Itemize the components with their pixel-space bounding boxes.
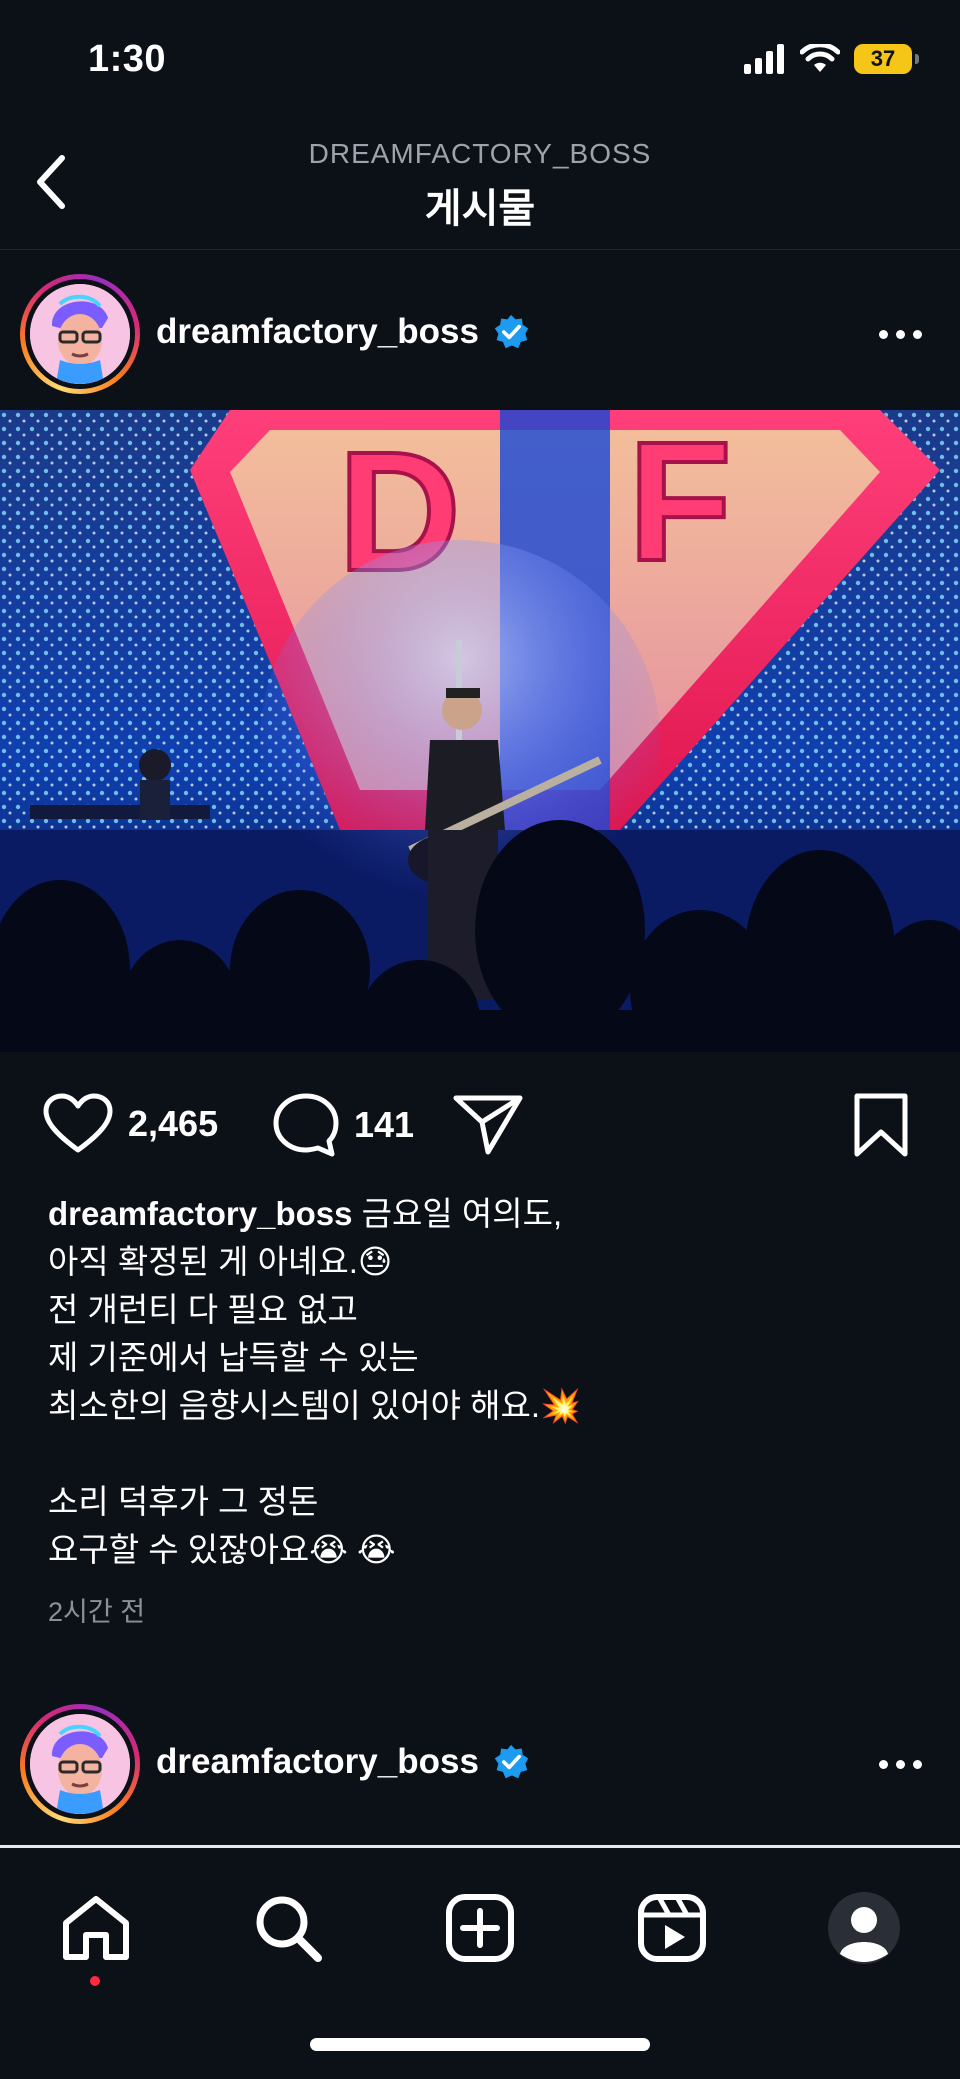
next-post-more-button[interactable] bbox=[870, 1744, 930, 1784]
caption-username[interactable]: dreamfactory_boss bbox=[48, 1195, 352, 1232]
cellular-signal-icon bbox=[744, 44, 784, 74]
next-post-header: dreamfactory_boss bbox=[0, 1692, 960, 1824]
caption-line-6 bbox=[48, 1430, 908, 1478]
nav-profile[interactable] bbox=[822, 1886, 906, 1970]
search-icon bbox=[256, 1896, 322, 1962]
post-actions: 2,465 141 bbox=[0, 1080, 960, 1170]
verified-badge-icon bbox=[494, 314, 529, 349]
bookmark-icon bbox=[854, 1093, 908, 1157]
post-image[interactable]: D F bbox=[0, 410, 960, 1052]
more-dots-icon bbox=[878, 329, 888, 339]
avatar-illustration bbox=[30, 1714, 130, 1814]
more-options-button[interactable] bbox=[870, 314, 930, 354]
page-title: 게시물 bbox=[424, 187, 536, 231]
status-time: 1:30 bbox=[88, 38, 167, 80]
caption-line-8: 요구할 수 있잖아요😭 😭 bbox=[48, 1531, 396, 1568]
post-header: dreamfactory_boss bbox=[0, 262, 960, 394]
post-timestamp: 2시간 전 bbox=[48, 1597, 146, 1627]
comment-bubble-icon bbox=[273, 1093, 339, 1157]
avatar[interactable] bbox=[20, 274, 140, 394]
header-account-name: DREAMFACTORY_BOSS bbox=[308, 138, 652, 169]
battery-indicator: 37 bbox=[854, 44, 919, 74]
status-icons: 37 bbox=[744, 44, 919, 74]
avatar-illustration bbox=[30, 284, 130, 384]
more-dots-icon bbox=[878, 1759, 888, 1769]
caption-line-3: 전 개런티 다 필요 없고 bbox=[48, 1291, 358, 1328]
profile-avatar-icon bbox=[828, 1892, 900, 1964]
send-icon bbox=[453, 1095, 523, 1155]
save-button[interactable] bbox=[852, 1092, 910, 1158]
home-icon bbox=[63, 1896, 129, 1960]
caption-line-4: 제 기준에서 납득할 수 있는 bbox=[48, 1339, 419, 1376]
verified-badge-icon bbox=[494, 1744, 529, 1779]
post-caption: dreamfactory_boss 금요일 여의도, 아직 확정된 게 아녜요.… bbox=[48, 1190, 908, 1574]
concert-stage-photo: D F bbox=[0, 410, 960, 1052]
share-button[interactable] bbox=[452, 1092, 524, 1156]
battery-level: 37 bbox=[870, 46, 896, 71]
like-button[interactable]: 2,465 bbox=[42, 1092, 218, 1156]
caption-line-7: 소리 덕후가 그 정돈 bbox=[48, 1483, 319, 1520]
home-notification-dot bbox=[90, 1976, 100, 1986]
comment-count: 141 bbox=[354, 1104, 415, 1145]
logo-letter-f: F bbox=[628, 410, 732, 597]
nav-home[interactable] bbox=[54, 1886, 138, 1970]
status-bar: 1:30 37 bbox=[0, 0, 960, 120]
caption-line-5: 최소한의 음향시스템이 있어야 해요.💥 bbox=[48, 1387, 582, 1424]
heart-icon bbox=[43, 1093, 113, 1153]
post-username[interactable]: dreamfactory_boss bbox=[156, 312, 479, 352]
home-indicator bbox=[310, 2038, 650, 2051]
wifi-icon bbox=[800, 44, 840, 72]
add-post-icon bbox=[446, 1894, 514, 1962]
page-header: DREAMFACTORY_BOSS 게시물 bbox=[0, 120, 960, 250]
nav-search[interactable] bbox=[246, 1886, 330, 1970]
nav-reels[interactable] bbox=[630, 1886, 714, 1970]
reels-icon bbox=[638, 1894, 706, 1962]
nav-create[interactable] bbox=[438, 1886, 522, 1970]
like-count: 2,465 bbox=[128, 1103, 219, 1144]
comment-button[interactable]: 141 bbox=[272, 1092, 414, 1158]
caption-line-1: dreamfactory_boss 금요일 여의도, bbox=[48, 1195, 563, 1232]
next-post-username[interactable]: dreamfactory_boss bbox=[156, 1742, 479, 1782]
next-post-avatar[interactable] bbox=[20, 1704, 140, 1824]
caption-line-2: 아직 확정된 게 아녜요.😓 bbox=[48, 1243, 393, 1280]
